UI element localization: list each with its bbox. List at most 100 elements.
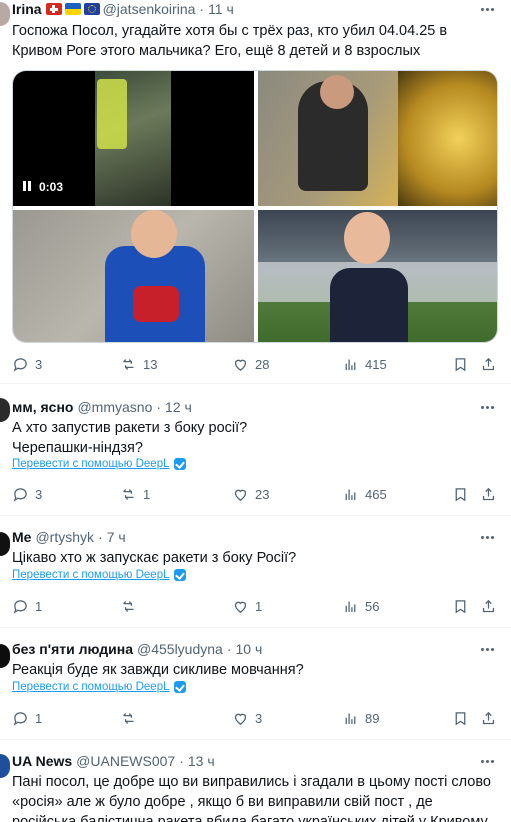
video-tile[interactable]: 0:03 bbox=[13, 71, 254, 206]
post-irina[interactable]: Irina @jatsenkoirina · 11 ч Госпожа Посо… bbox=[0, 0, 511, 384]
post-time[interactable]: 12 ч bbox=[165, 398, 192, 416]
translate-badge-icon bbox=[173, 458, 186, 470]
repost-button[interactable] bbox=[120, 595, 143, 617]
like-icon bbox=[234, 601, 247, 613]
share-button[interactable] bbox=[480, 595, 497, 617]
post-time[interactable]: 13 ч bbox=[188, 752, 215, 770]
post-time[interactable]: 7 ч bbox=[107, 528, 126, 546]
views-button[interactable]: 56 bbox=[342, 595, 379, 617]
translate-link[interactable]: Перевести с помощью DeepL bbox=[12, 458, 186, 470]
author-handle[interactable]: @UANEWS007 bbox=[76, 752, 175, 770]
photo-tile[interactable] bbox=[13, 210, 254, 342]
author-handle[interactable]: @455lyudyna bbox=[137, 640, 223, 658]
repost-button[interactable]: 13 bbox=[120, 353, 157, 375]
author-name[interactable]: Me bbox=[12, 528, 31, 546]
translate-link[interactable]: Перевести с помощью DeepL bbox=[12, 569, 186, 581]
author-handle[interactable]: @jatsenkoirina bbox=[103, 0, 196, 18]
author-handle[interactable]: @mmyasno bbox=[77, 398, 152, 416]
share-icon bbox=[482, 357, 495, 370]
avatar[interactable] bbox=[0, 398, 10, 422]
like-count: 3 bbox=[255, 710, 263, 726]
translate-badge-icon bbox=[173, 569, 186, 581]
more-icon[interactable] bbox=[477, 752, 497, 770]
bookmark-icon bbox=[455, 357, 466, 371]
avatar[interactable] bbox=[0, 532, 10, 556]
views-button[interactable]: 465 bbox=[342, 483, 387, 505]
more-icon[interactable] bbox=[477, 398, 497, 416]
reply-icon bbox=[13, 487, 27, 502]
post-header: без п'яти людина @455lyudyna · 10 ч bbox=[12, 640, 262, 658]
repost-button[interactable] bbox=[120, 707, 143, 729]
reply-count: 1 bbox=[35, 710, 43, 726]
action-bar: 1 3 89 bbox=[12, 707, 496, 729]
more-icon[interactable] bbox=[477, 528, 497, 546]
reply-post-mmyasno[interactable]: мм, ясно @mmyasno · 12 ч А хто запустив … bbox=[0, 384, 511, 516]
like-button[interactable]: 1 bbox=[232, 595, 262, 617]
post-header: Me @rtyshyk · 7 ч bbox=[12, 528, 126, 546]
post-time[interactable]: 10 ч bbox=[236, 640, 263, 658]
translate-label[interactable]: Перевести с помощью DeepL bbox=[12, 681, 170, 693]
reply-button[interactable]: 3 bbox=[12, 483, 42, 505]
share-button[interactable] bbox=[480, 707, 497, 729]
author-name[interactable]: мм, ясно bbox=[12, 398, 73, 416]
translate-link[interactable]: Перевести с помощью DeepL bbox=[12, 681, 186, 693]
share-button[interactable] bbox=[480, 483, 497, 505]
ukraine-flag-icon bbox=[64, 3, 81, 15]
bookmark-button[interactable] bbox=[452, 595, 469, 617]
reply-button[interactable]: 3 bbox=[12, 353, 42, 375]
post-text: Госпожа Посол, угадайте хотя бы с трёх р… bbox=[12, 23, 448, 59]
translate-label[interactable]: Перевести с помощью DeepL bbox=[12, 569, 170, 581]
bookmark-icon bbox=[455, 711, 466, 725]
photo-tile[interactable] bbox=[258, 71, 497, 206]
like-count: 1 bbox=[255, 598, 263, 614]
bookmark-button[interactable] bbox=[452, 353, 469, 375]
share-button[interactable] bbox=[480, 353, 497, 375]
bookmark-button[interactable] bbox=[452, 707, 469, 729]
reply-icon bbox=[13, 711, 27, 726]
views-count: 465 bbox=[365, 486, 387, 502]
swiss-flag-icon bbox=[45, 3, 62, 15]
avatar[interactable] bbox=[0, 2, 10, 26]
bookmark-button[interactable] bbox=[452, 483, 469, 505]
post-header: Irina @jatsenkoirina · 11 ч bbox=[12, 0, 234, 18]
photo-tile[interactable] bbox=[258, 210, 497, 342]
video-controls[interactable]: 0:03 bbox=[23, 180, 63, 194]
action-bar: 3 1 23 465 bbox=[12, 483, 496, 505]
avatar[interactable] bbox=[0, 754, 10, 778]
share-icon bbox=[482, 599, 495, 612]
views-button[interactable]: 89 bbox=[342, 707, 379, 729]
reply-post-455lyudyna[interactable]: без п'яти людина @455lyudyna · 10 ч Реак… bbox=[0, 628, 511, 740]
post-time[interactable]: 11 ч bbox=[208, 0, 234, 18]
views-count: 89 bbox=[365, 710, 380, 726]
reply-post-rtyshyk[interactable]: Me @rtyshyk · 7 ч Цікаво хто ж запускає … bbox=[0, 516, 511, 628]
author-name[interactable]: UA News bbox=[12, 752, 72, 770]
post-header: мм, ясно @mmyasno · 12 ч bbox=[12, 398, 192, 416]
post-text: Пані посол, це добре що ви виправились і… bbox=[12, 774, 491, 822]
author-handle[interactable]: @rtyshyk bbox=[35, 528, 94, 546]
views-icon bbox=[345, 601, 356, 612]
like-button[interactable]: 23 bbox=[232, 483, 269, 505]
repost-button[interactable]: 1 bbox=[120, 483, 150, 505]
like-count: 28 bbox=[255, 356, 270, 372]
translate-label[interactable]: Перевести с помощью DeepL bbox=[12, 458, 170, 470]
author-name[interactable]: без п'яти людина bbox=[12, 640, 133, 658]
repost-icon bbox=[123, 600, 134, 612]
reply-post-uanews[interactable]: UA News @UANEWS007 · 13 ч Пані посол, це… bbox=[0, 740, 511, 822]
reply-button[interactable]: 1 bbox=[12, 707, 42, 729]
repost-icon bbox=[123, 358, 134, 370]
views-count: 415 bbox=[365, 356, 387, 372]
like-icon bbox=[234, 713, 247, 725]
like-button[interactable]: 3 bbox=[232, 707, 262, 729]
author-name[interactable]: Irina bbox=[12, 0, 42, 18]
like-icon bbox=[234, 489, 247, 501]
media-grid: 0:03 bbox=[12, 70, 498, 343]
reply-button[interactable]: 1 bbox=[12, 595, 42, 617]
pause-icon[interactable] bbox=[23, 180, 33, 194]
avatar[interactable] bbox=[0, 644, 10, 668]
like-button[interactable]: 28 bbox=[232, 353, 269, 375]
more-icon[interactable] bbox=[477, 0, 497, 18]
views-icon bbox=[345, 489, 356, 500]
more-icon[interactable] bbox=[477, 640, 497, 658]
views-button[interactable]: 415 bbox=[342, 353, 387, 375]
views-count: 56 bbox=[365, 598, 380, 614]
